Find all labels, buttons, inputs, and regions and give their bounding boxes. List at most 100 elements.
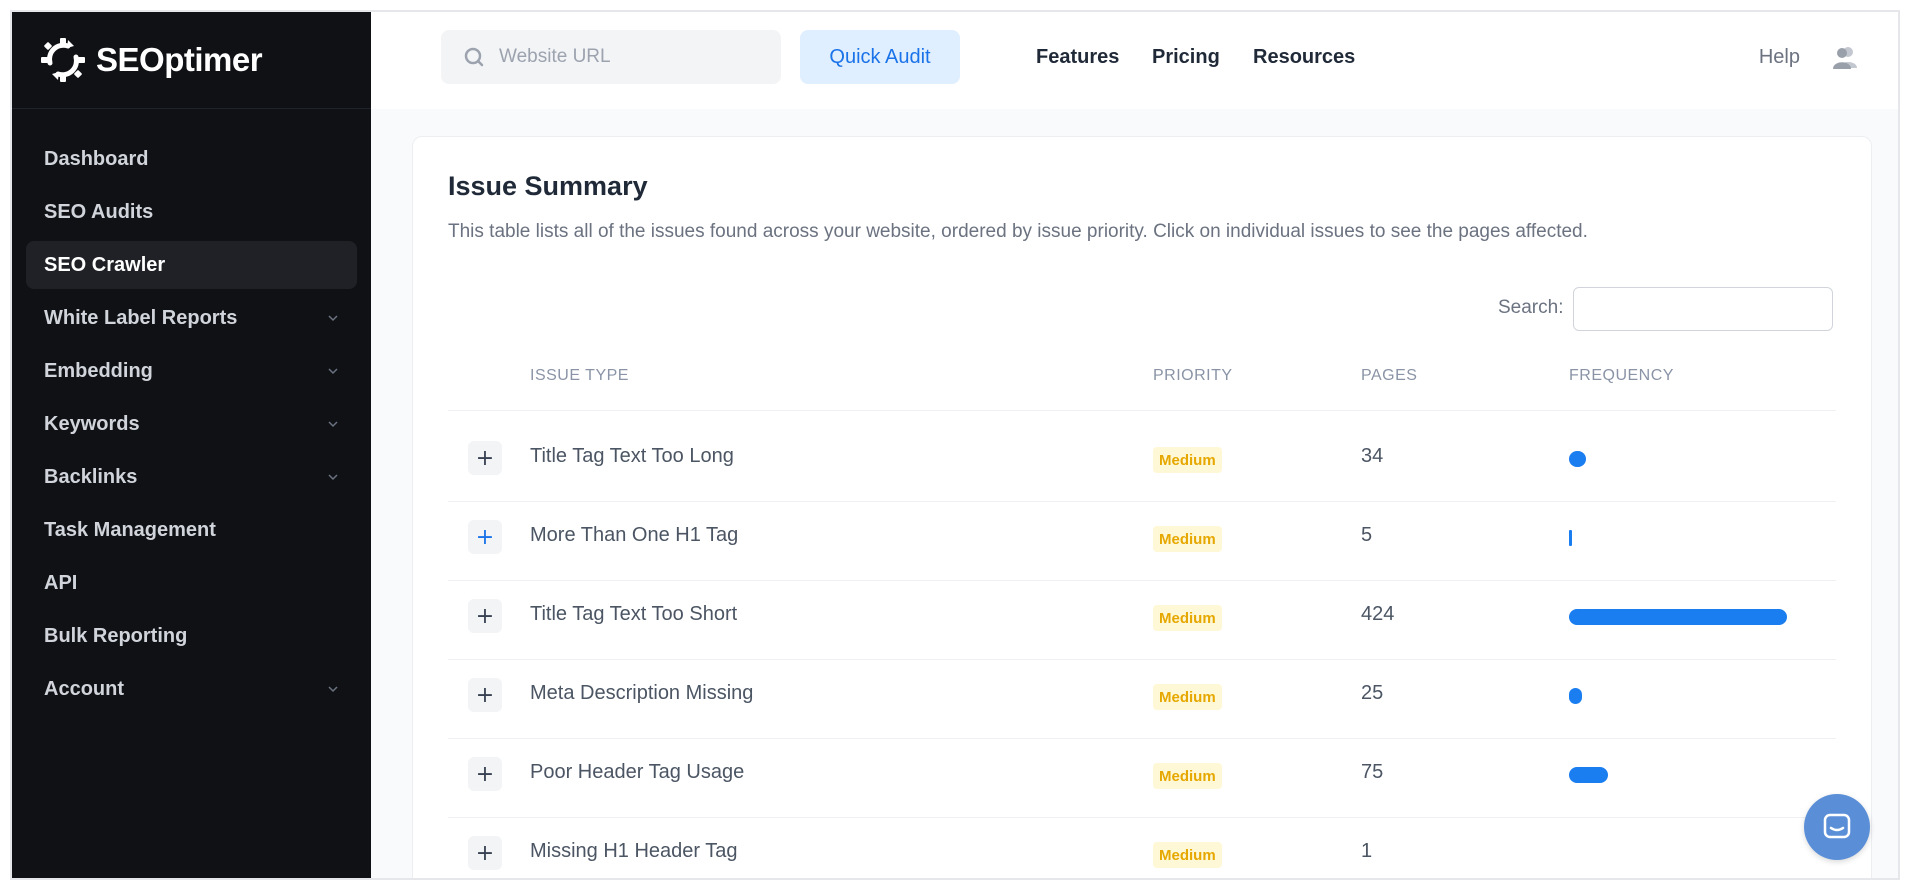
app-frame: SEOptimer Dashboard SEO Audits SEO Crawler… <box>10 10 1900 880</box>
sidebar-item-embedding[interactable]: Embedding <box>26 347 357 395</box>
help-link[interactable]: Help <box>1759 46 1800 69</box>
frequency-bar <box>1569 609 1787 625</box>
topbar: Quick Audit Features Pricing Resources H… <box>371 12 1898 109</box>
chevron-down-icon <box>328 474 338 481</box>
plus-icon: + <box>475 761 495 787</box>
chevron-down-icon <box>328 421 338 428</box>
table-search-label: Search: <box>1498 297 1564 318</box>
website-url-input[interactable] <box>499 46 759 68</box>
chevron-down-icon <box>328 315 338 322</box>
expand-row-button[interactable]: + <box>468 520 502 554</box>
chat-launcher-button[interactable] <box>1804 794 1870 860</box>
nav-link-features[interactable]: Features <box>1036 46 1119 69</box>
issue-type-cell[interactable]: Title Tag Text Too Long <box>530 445 734 468</box>
pages-count-cell: 25 <box>1361 682 1384 704</box>
table-row[interactable]: + Title Tag Text Too Short Medium 424 <box>448 581 1836 660</box>
frequency-bar <box>1569 451 1586 467</box>
priority-badge: Medium <box>1153 763 1222 789</box>
issue-type-cell[interactable]: Poor Header Tag Usage <box>530 761 744 784</box>
priority-badge: Medium <box>1153 684 1222 710</box>
users-icon[interactable] <box>1832 44 1858 70</box>
chat-icon <box>1823 813 1851 839</box>
sidebar-item-seo-crawler[interactable]: SEO Crawler <box>26 241 357 289</box>
table-row[interactable]: + More Than One H1 Tag Medium 5 <box>448 502 1836 581</box>
issue-table-body: + Title Tag Text Too Long Medium 34 + More Th… <box>448 423 1836 878</box>
sidebar-item-backlinks[interactable]: Backlinks <box>26 453 357 501</box>
card-description: This table lists all of the issues found… <box>448 221 1588 242</box>
nav-link-resources[interactable]: Resources <box>1253 46 1355 69</box>
frequency-track <box>1569 845 1791 863</box>
quick-audit-button[interactable]: Quick Audit <box>800 30 960 84</box>
sidebar-item-account[interactable]: Account <box>26 665 357 713</box>
sidebar-item-label: Dashboard <box>44 147 149 170</box>
pages-count-cell: 34 <box>1361 445 1384 467</box>
sidebar-item-label: SEO Audits <box>44 200 154 223</box>
table-row[interactable]: + Poor Header Tag Usage Medium 75 <box>448 739 1836 818</box>
brand[interactable]: SEOptimer <box>12 12 371 109</box>
pages-count-cell: 1 <box>1361 840 1373 862</box>
plus-icon: + <box>475 682 495 708</box>
plus-icon: + <box>475 603 495 629</box>
search-icon <box>464 47 484 67</box>
expand-row-button[interactable]: + <box>468 836 502 870</box>
expand-row-button[interactable]: + <box>468 441 502 475</box>
sidebar-item-label: Embedding <box>44 359 153 382</box>
priority-badge: Medium <box>1153 605 1222 631</box>
expand-row-button[interactable]: + <box>468 599 502 633</box>
frequency-bar <box>1569 688 1582 704</box>
frequency-track <box>1569 766 1791 784</box>
priority-badge: Medium <box>1153 447 1222 473</box>
plus-icon: + <box>475 445 495 471</box>
column-header-issue-type[interactable]: ISSUE TYPE <box>530 367 629 385</box>
frequency-track <box>1569 529 1791 547</box>
sidebar-item-api[interactable]: API <box>26 559 357 607</box>
priority-badge: Medium <box>1153 842 1222 868</box>
issue-summary-card: Issue Summary This table lists all of th… <box>412 136 1872 878</box>
frequency-bar <box>1569 767 1608 783</box>
plus-icon: + <box>475 524 495 550</box>
frequency-track <box>1569 687 1791 705</box>
table-header: ISSUE TYPE PRIORITY PAGES FREQUENCY <box>448 367 1836 411</box>
sidebar-item-task-management[interactable]: Task Management <box>26 506 357 554</box>
sidebar-item-bulk-reporting[interactable]: Bulk Reporting <box>26 612 357 660</box>
chevron-down-icon <box>328 368 338 375</box>
sidebar-item-dashboard[interactable]: Dashboard <box>26 135 357 183</box>
column-header-frequency[interactable]: FREQUENCY <box>1569 367 1674 385</box>
chevron-down-icon <box>328 686 338 693</box>
sidebar-item-label: Keywords <box>44 412 140 435</box>
sidebar-item-label: Bulk Reporting <box>44 624 188 647</box>
sidebar-item-label: Task Management <box>44 518 216 541</box>
plus-icon: + <box>475 840 495 866</box>
pages-count-cell: 75 <box>1361 761 1384 783</box>
issue-type-cell[interactable]: Meta Description Missing <box>530 682 753 705</box>
nav-link-pricing[interactable]: Pricing <box>1152 46 1220 69</box>
sidebar-item-label: White Label Reports <box>44 306 238 329</box>
sidebar-item-white-label-reports[interactable]: White Label Reports <box>26 294 357 342</box>
frequency-track <box>1569 608 1791 626</box>
sidebar-item-label: API <box>44 571 78 594</box>
frequency-track <box>1569 450 1791 468</box>
column-header-pages[interactable]: PAGES <box>1361 367 1417 385</box>
sidebar-item-keywords[interactable]: Keywords <box>26 400 357 448</box>
table-row[interactable]: + Missing H1 Header Tag Medium 1 <box>448 818 1836 878</box>
issue-type-cell[interactable]: Missing H1 Header Tag <box>530 840 738 863</box>
pages-count-cell: 424 <box>1361 603 1395 625</box>
priority-badge: Medium <box>1153 526 1222 552</box>
url-search-box[interactable] <box>441 30 781 84</box>
page-title: Issue Summary <box>448 171 648 201</box>
pages-count-cell: 5 <box>1361 524 1373 546</box>
sidebar: SEOptimer Dashboard SEO Audits SEO Crawler… <box>12 12 371 878</box>
column-header-priority[interactable]: PRIORITY <box>1153 367 1233 385</box>
table-search-input[interactable] <box>1573 287 1833 331</box>
sidebar-item-label: Account <box>44 677 124 700</box>
expand-row-button[interactable]: + <box>468 757 502 791</box>
issue-type-cell[interactable]: Title Tag Text Too Short <box>530 603 737 626</box>
expand-row-button[interactable]: + <box>468 678 502 712</box>
table-row[interactable]: + Meta Description Missing Medium 25 <box>448 660 1836 739</box>
sidebar-nav: Dashboard SEO Audits SEO Crawler White Labe… <box>12 109 371 713</box>
sidebar-item-seo-audits[interactable]: SEO Audits <box>26 188 357 236</box>
sidebar-item-label: Backlinks <box>44 465 138 488</box>
sidebar-item-label: SEO Crawler <box>44 253 166 276</box>
table-row[interactable]: + Title Tag Text Too Long Medium 34 <box>448 423 1836 502</box>
issue-type-cell[interactable]: More Than One H1 Tag <box>530 524 738 547</box>
